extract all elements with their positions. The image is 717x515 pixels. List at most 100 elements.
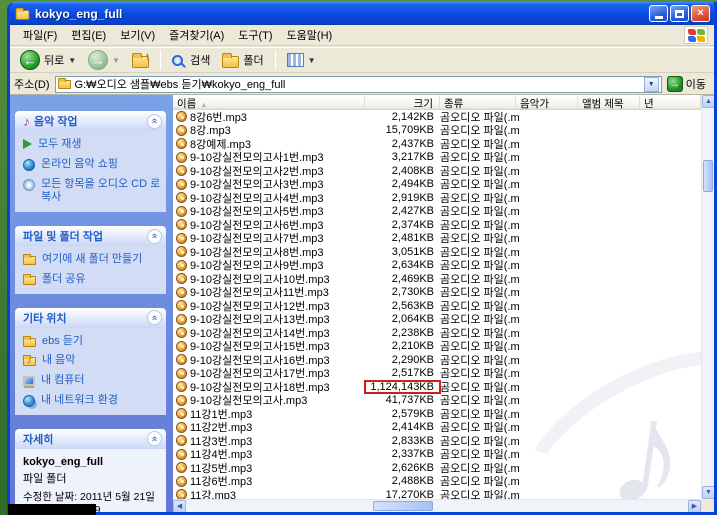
collapse-chevron-icon[interactable]: » (147, 113, 162, 129)
play-icon (23, 139, 32, 149)
network-icon (23, 394, 35, 407)
views-dropdown-icon[interactable]: ▼ (308, 56, 316, 65)
mp3-file-icon (176, 448, 187, 460)
back-button[interactable]: ← 뒤로 ▼ (16, 49, 80, 71)
back-dropdown-icon[interactable]: ▼ (68, 56, 76, 65)
column-header-year[interactable]: 년 (640, 95, 701, 109)
panel-file-tasks-header[interactable]: 파일 및 폴더 작업 » (15, 226, 166, 246)
file-size: 2,481KB (391, 232, 434, 245)
folder-icon (15, 7, 30, 20)
folders-button[interactable]: 폴더 (218, 51, 267, 69)
mp3-file-icon (176, 475, 187, 487)
task-label: 모두 재생 (38, 138, 82, 150)
collapse-chevron-icon[interactable]: » (147, 431, 162, 446)
close-button[interactable]: × (691, 5, 710, 22)
task-share-folder[interactable]: 폴더 공유 (23, 273, 162, 287)
place-label: 내 컴퓨터 (41, 374, 85, 386)
panel-music-tasks-header[interactable]: ♪ 음악 작업 » (15, 111, 166, 131)
file-size: 2,427KB (391, 205, 434, 218)
share-folder-icon (23, 273, 36, 285)
mp3-file-icon (176, 273, 187, 285)
file-size: 41,737KB (385, 394, 434, 407)
column-header-type[interactable]: 종류 (440, 95, 516, 109)
go-button[interactable]: → 이동 (666, 76, 710, 92)
folders-icon (222, 52, 240, 68)
address-dropdown-button[interactable]: ▼ (643, 76, 659, 92)
panel-other-places-header[interactable]: 기타 위치 » (15, 307, 166, 328)
task-copy-to-cd[interactable]: 모든 항목을 오디오 CD 로 복사 (23, 178, 162, 206)
mp3-file-icon (176, 259, 187, 271)
mp3-file-icon (176, 151, 187, 163)
scroll-up-icon[interactable]: ▲ (702, 95, 714, 108)
folder-up-icon: ↑ (132, 51, 150, 68)
panel-details-header[interactable]: 자세히 » (15, 428, 166, 449)
collapse-chevron-icon[interactable]: » (147, 228, 162, 244)
menu-favorites[interactable]: 즐겨찾기(A) (162, 25, 231, 45)
mp3-file-icon (176, 111, 187, 123)
mp3-file-icon (176, 313, 187, 325)
file-rows: 8강6번.mp3 2,142KB 곰오디오 파일(.m... 8강.mp3 15,709… (173, 110, 701, 499)
address-label: 주소(D) (14, 79, 50, 91)
file-row[interactable]: 11강.mp3 17,270KB 곰오디오 파일(.m... (173, 488, 701, 499)
task-label: 여기에 새 폴더 만들기 (42, 253, 143, 265)
task-label: 모든 항목을 오디오 CD 로 복사 (41, 177, 161, 204)
mp3-file-icon (176, 205, 187, 217)
mp3-file-icon (176, 367, 187, 379)
panel-details: 자세히 » kokyo_eng_full 파일 폴더 수정한 날짜: 2011년… (15, 428, 166, 512)
scroll-right-icon[interactable]: ▶ (688, 500, 701, 512)
column-header-size[interactable]: 크기 (365, 95, 440, 109)
task-play-all[interactable]: 모두 재생 (23, 138, 162, 152)
file-name[interactable]: 11강.mp3 (190, 487, 365, 499)
menu-bar: 파일(F) 편집(E) 보기(V) 즐겨찾기(A) 도구(T) 도움말(H) (10, 25, 714, 46)
file-size: 2,919KB (391, 191, 434, 204)
file-size: 2,634KB (391, 259, 434, 272)
menu-view[interactable]: 보기(V) (113, 25, 162, 45)
panel-other-places: 기타 위치 » ebs 듣기 내 음악 내 컴퓨터 (15, 307, 166, 415)
place-ebs-folder[interactable]: ebs 듣기 (23, 335, 162, 349)
horizontal-scroll-thumb[interactable] (373, 501, 433, 511)
views-icon (286, 53, 304, 67)
address-input[interactable]: G:₩오디오 샘플₩ebs 듣기₩kokyo_eng_full (75, 76, 640, 92)
place-my-computer[interactable]: 내 컴퓨터 (23, 374, 162, 388)
title-bar[interactable]: kokyo_eng_full × (10, 2, 714, 25)
collapse-chevron-icon[interactable]: » (147, 310, 162, 325)
menu-edit[interactable]: 편집(E) (64, 25, 113, 45)
task-new-folder[interactable]: 여기에 새 폴더 만들기 (23, 253, 162, 267)
file-size-highlighted: 1,124,143KB (364, 379, 441, 394)
folder-icon (57, 77, 71, 89)
scroll-left-icon[interactable]: ◀ (173, 500, 186, 512)
file-size: 2,374KB (391, 218, 434, 231)
windows-logo-icon (684, 26, 708, 44)
mp3-file-icon (176, 246, 187, 258)
column-header-name[interactable]: 이름 ▲ (173, 95, 365, 109)
column-header-album[interactable]: 앨범 제목 (578, 95, 640, 109)
go-arrow-icon: → (666, 76, 683, 92)
up-button[interactable]: ↑ (128, 51, 153, 69)
views-button[interactable]: ▼ (283, 52, 320, 68)
forward-dropdown-icon: ▼ (112, 55, 121, 65)
search-button[interactable]: 검색 (168, 51, 214, 69)
file-size: 2,488KB (391, 475, 434, 488)
address-field[interactable]: G:₩오디오 샘플₩ebs 듣기₩kokyo_eng_full ▼ (54, 75, 662, 93)
minimize-button[interactable] (649, 5, 668, 22)
file-size: 2,626KB (391, 461, 434, 474)
mp3-file-icon (176, 178, 187, 190)
vertical-scroll-thumb[interactable] (703, 160, 713, 192)
column-header-artist[interactable]: 음악가 (516, 95, 578, 109)
menu-help[interactable]: 도움말(H) (280, 25, 340, 45)
forward-button[interactable]: → ▼ (84, 49, 124, 71)
task-shop-online[interactable]: 온라인 음악 쇼핑 (23, 158, 162, 172)
file-size: 2,833KB (391, 434, 434, 447)
menu-tools[interactable]: 도구(T) (231, 25, 279, 45)
search-label: 검색 (190, 55, 211, 67)
scroll-down-icon[interactable]: ▼ (702, 486, 714, 499)
horizontal-scrollbar[interactable]: ◀ ▶ (173, 499, 701, 512)
menu-file[interactable]: 파일(F) (16, 25, 64, 45)
place-my-network[interactable]: 내 네트워크 환경 (23, 394, 162, 408)
go-label: 이동 (685, 79, 706, 91)
place-my-music[interactable]: 내 음악 (23, 354, 162, 368)
address-bar: 주소(D) G:₩오디오 샘플₩ebs 듣기₩kokyo_eng_full ▼ … (10, 74, 714, 95)
vertical-scrollbar[interactable]: ▲ ▼ (701, 95, 714, 499)
window-title: kokyo_eng_full (35, 6, 123, 21)
maximize-button[interactable] (670, 5, 689, 22)
